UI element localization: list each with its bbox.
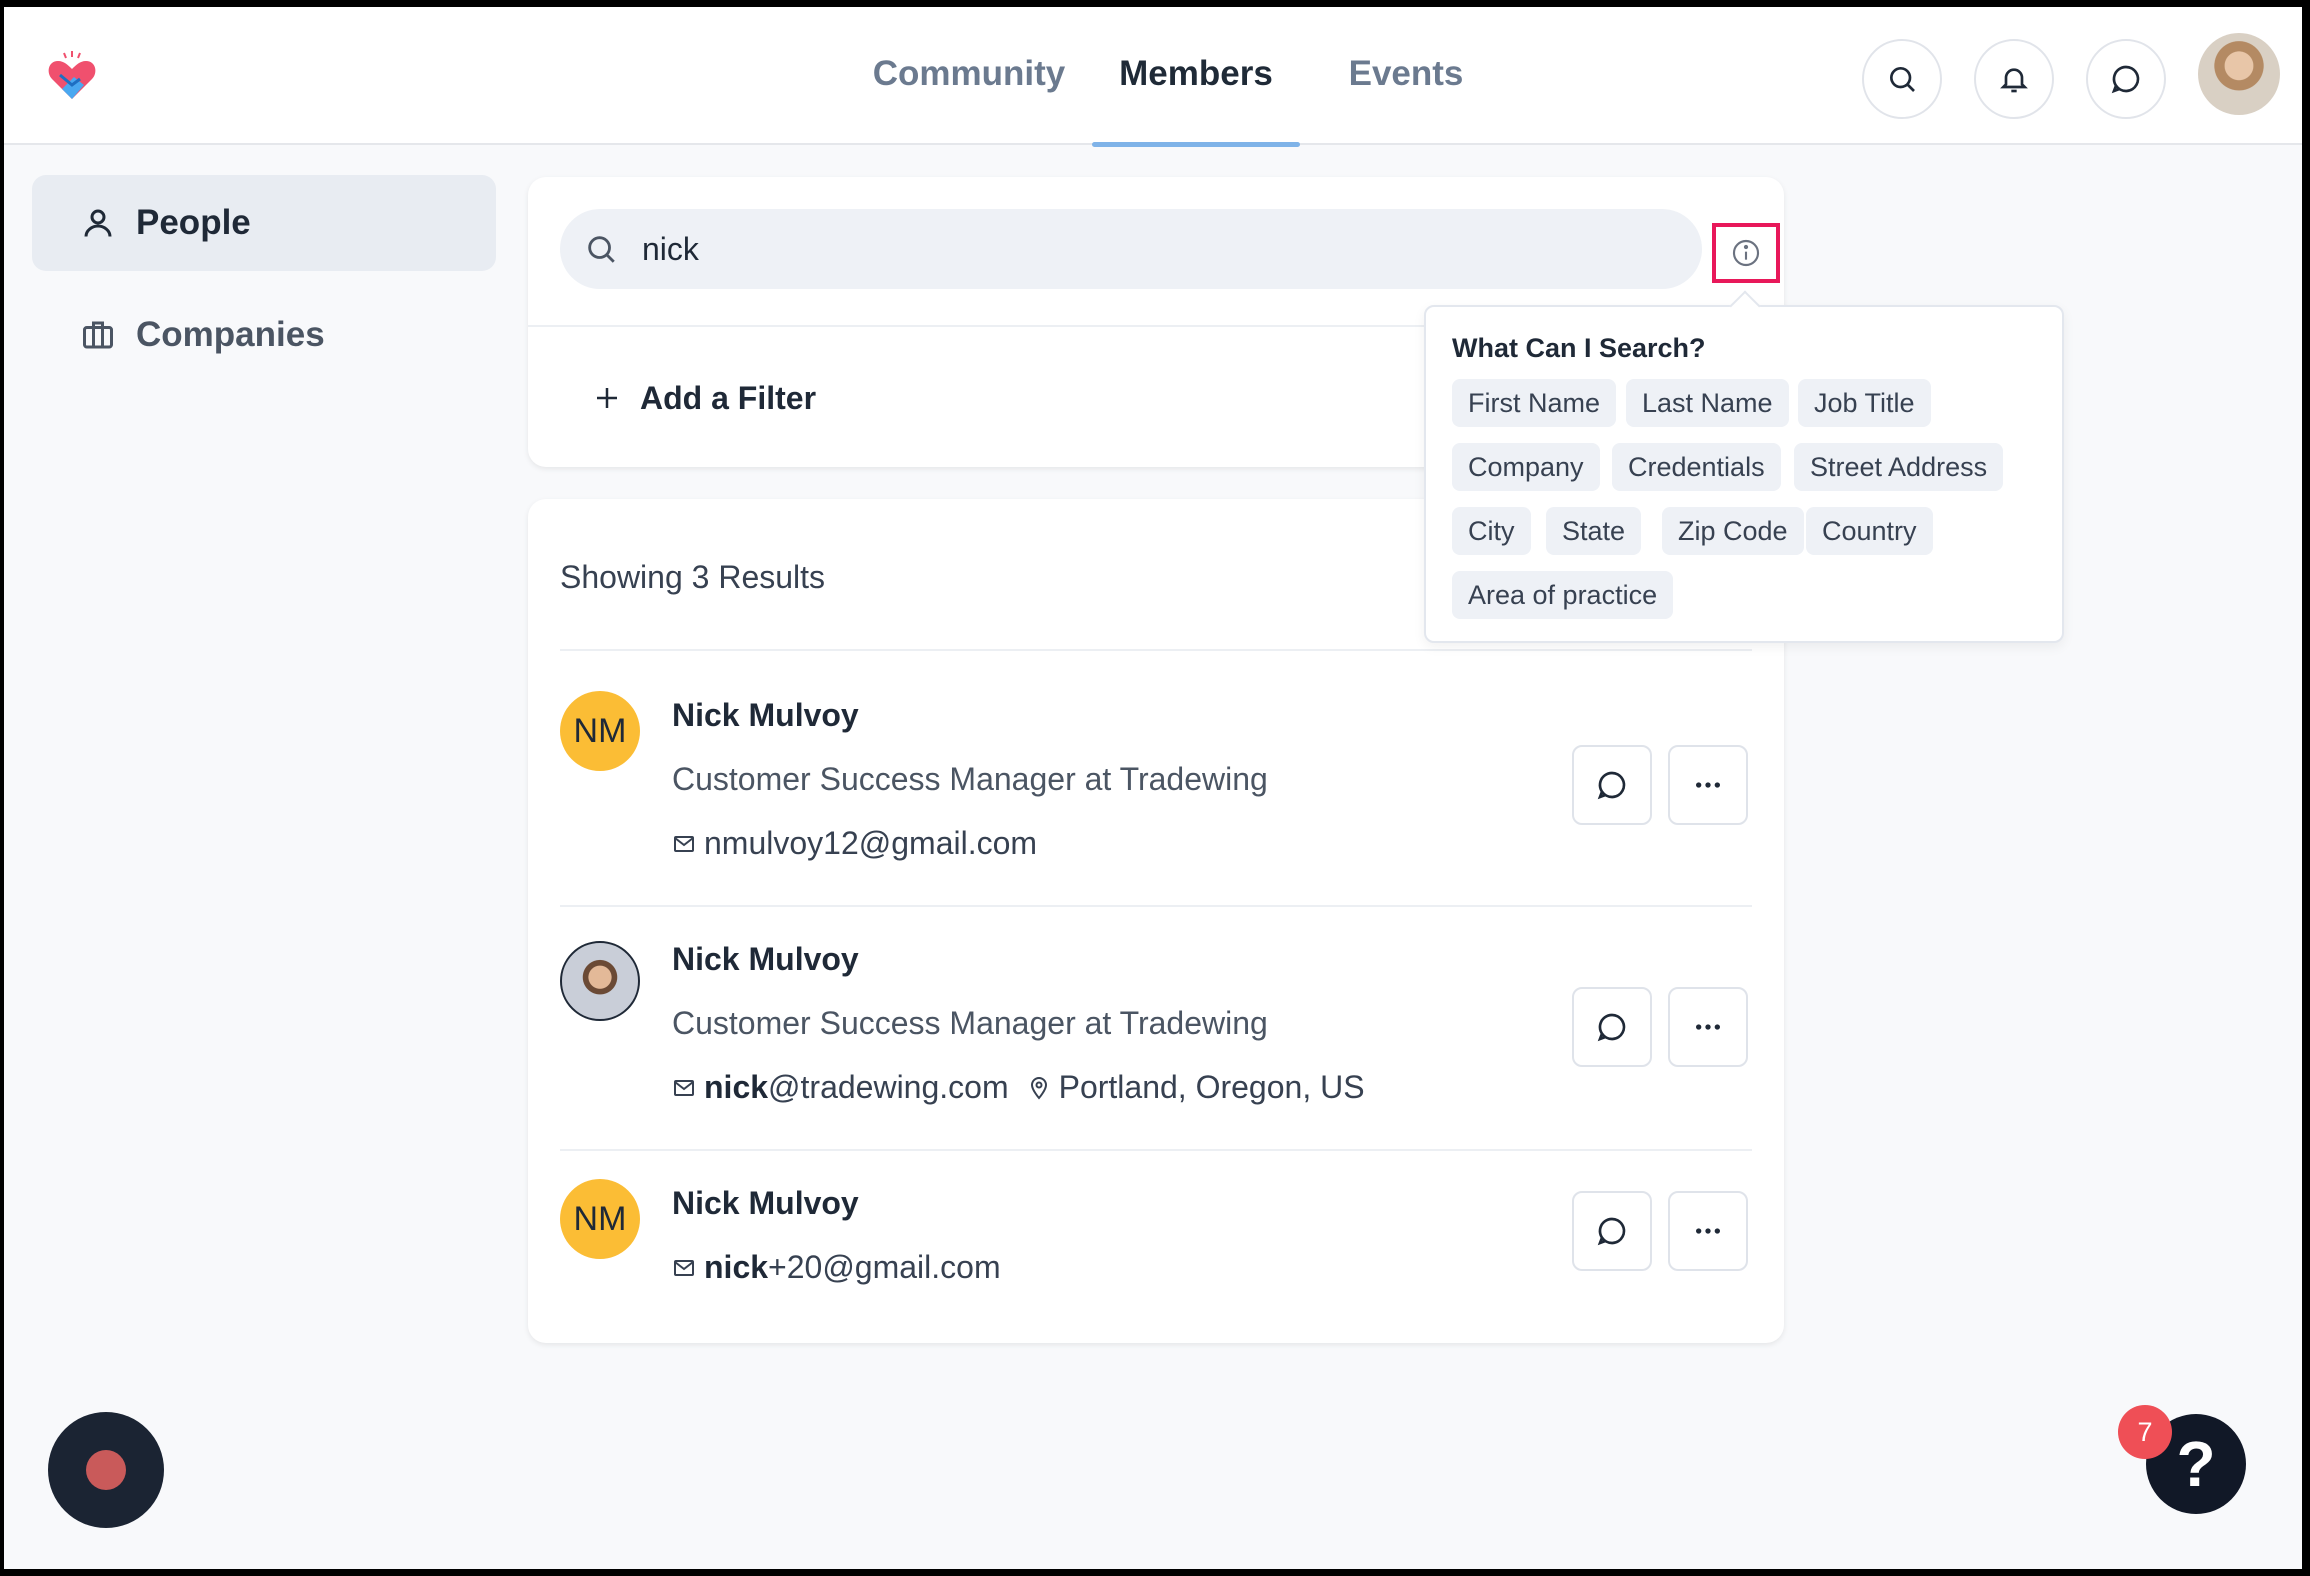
message-button[interactable] — [1572, 987, 1652, 1067]
results-count: Showing 3 Results — [560, 559, 826, 595]
more-horizontal-icon — [1696, 782, 1720, 788]
field-chip: First Name — [1452, 379, 1617, 427]
bell-icon — [2000, 68, 2028, 93]
field-chip: Job Title — [1798, 379, 1931, 427]
field-chip: Zip Code — [1662, 507, 1804, 555]
person-title: Customer Success Manager at Tradewing — [672, 761, 1268, 797]
tab-events[interactable]: Events — [1316, 7, 1496, 145]
person-title: Customer Success Manager at Tradewing — [672, 1005, 1268, 1041]
add-filter-label: Add a Filter — [640, 379, 817, 416]
search-info-button[interactable] — [1712, 223, 1780, 283]
field-chip: Credentials — [1612, 443, 1781, 491]
email-highlight: nick — [704, 1069, 769, 1105]
messages-button[interactable] — [2086, 39, 2166, 119]
more-options-button[interactable] — [1668, 745, 1748, 825]
envelope-icon — [674, 1079, 694, 1096]
field-chip: State — [1546, 507, 1642, 555]
person-email: nmulvoy12@gmail.com — [672, 825, 1037, 862]
sidebar-item-people[interactable]: People — [32, 175, 496, 271]
avatar[interactable] — [560, 941, 640, 1021]
field-chip: Area of practice — [1452, 571, 1674, 619]
person-icon — [84, 209, 112, 237]
avatar[interactable]: NM — [560, 691, 640, 771]
message-button[interactable] — [1572, 1191, 1652, 1271]
search-input[interactable] — [642, 230, 1542, 268]
plus-icon — [597, 388, 617, 408]
more-options-button[interactable] — [1668, 1191, 1748, 1271]
more-horizontal-icon — [1696, 1228, 1720, 1234]
email-text: +20@gmail.com — [768, 1249, 1001, 1285]
envelope-icon — [674, 1259, 694, 1276]
more-horizontal-icon — [1696, 1024, 1720, 1030]
more-options-button[interactable] — [1668, 987, 1748, 1067]
email-text: nmulvoy12@gmail.com — [704, 825, 1038, 861]
field-chip: Country — [1806, 507, 1933, 555]
envelope-icon — [674, 835, 694, 852]
search-icon — [1890, 67, 1915, 92]
person-name[interactable]: Nick Mulvoy — [672, 941, 859, 978]
briefcase-icon — [83, 321, 113, 349]
app-frame: Community Members Events People Companie… — [4, 7, 2302, 1569]
email-text: @tradewing.com — [768, 1069, 1009, 1105]
sidebar-item-label: People — [136, 203, 251, 242]
chat-bubble-icon — [2111, 65, 2140, 94]
chat-bubble-icon — [1597, 1217, 1626, 1246]
chat-bubble-icon — [1597, 1013, 1626, 1042]
user-avatar[interactable] — [2198, 33, 2280, 115]
record-button[interactable] — [48, 1412, 164, 1528]
person-email: nick @tradewing.com Portland, Oregon, US — [672, 1069, 1365, 1106]
sidebar-item-label: Companies — [136, 315, 325, 354]
record-dot-icon — [86, 1450, 126, 1490]
email-highlight: nick — [704, 1249, 769, 1285]
search-box[interactable] — [560, 209, 1702, 289]
info-icon — [1732, 239, 1760, 267]
location-text: Portland, Oregon, US — [1058, 1069, 1365, 1105]
person-location: Portland, Oregon, US — [1027, 1069, 1365, 1106]
field-chip: Company — [1452, 443, 1600, 491]
main-nav: Community Members Events — [4, 7, 2302, 147]
table-row: NM Nick Mulvoy Customer Success Manager … — [560, 649, 1752, 905]
avatar[interactable]: NM — [560, 1179, 640, 1259]
message-button[interactable] — [1572, 745, 1652, 825]
chat-bubble-icon — [1597, 771, 1626, 800]
search-icon — [588, 236, 615, 263]
person-name[interactable]: Nick Mulvoy — [672, 1185, 859, 1222]
tab-community[interactable]: Community — [864, 7, 1074, 145]
notification-count-badge: 7 — [2118, 1405, 2172, 1459]
table-row: Nick Mulvoy Customer Success Manager at … — [560, 905, 1752, 1149]
person-name[interactable]: Nick Mulvoy — [672, 697, 859, 734]
table-row: NM Nick Mulvoy nick +20@gmail.com — [560, 1149, 1752, 1339]
notifications-button[interactable] — [1974, 39, 2054, 119]
map-pin-icon — [1030, 1076, 1047, 1100]
sidebar-item-companies[interactable]: Companies — [32, 287, 496, 383]
top-bar: Community Members Events — [4, 7, 2302, 147]
person-email: nick +20@gmail.com — [672, 1249, 1001, 1286]
popover-title: What Can I Search? — [1452, 333, 1706, 363]
search-help-popover: What Can I Search? First Name Last Name … — [1424, 305, 2064, 643]
field-chip: Last Name — [1626, 379, 1789, 427]
field-chip: Street Address — [1794, 443, 2004, 491]
global-search-button[interactable] — [1862, 39, 1942, 119]
add-filter-button[interactable]: Add a Filter — [592, 373, 816, 423]
field-chip: City — [1452, 507, 1531, 555]
tab-members[interactable]: Members — [1092, 7, 1300, 147]
